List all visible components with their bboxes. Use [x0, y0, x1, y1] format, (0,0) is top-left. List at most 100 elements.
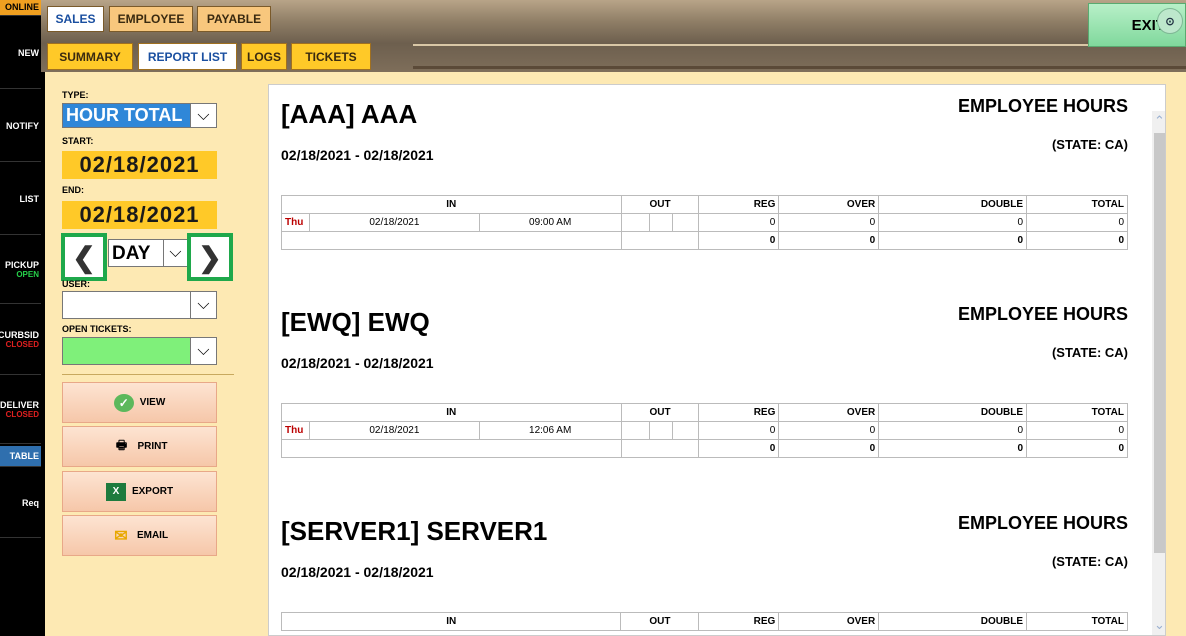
end-date-field[interactable]: 02/18/2021	[62, 201, 217, 229]
chevron-down-icon[interactable]: ⌵	[163, 240, 187, 266]
total-cell: 0	[1026, 213, 1128, 232]
over-total: 0	[778, 231, 880, 250]
report-page: [AAA] AAA EMPLOYEE HOURS 02/18/2021 - 02…	[268, 84, 1166, 636]
scrollbar-thumb[interactable]	[1154, 133, 1165, 553]
sidebar-item-new[interactable]: NEW	[0, 17, 41, 89]
curbside-status: CLOSED	[5, 340, 39, 349]
report-controls: TYPE: HOUR TOTAL ⌵ START: 02/18/2021 END…	[45, 72, 253, 636]
grand-total: 0	[1026, 231, 1128, 250]
column-header-total: TOTAL	[1026, 403, 1128, 422]
report-viewer: [AAA] AAA EMPLOYEE HOURS 02/18/2021 - 02…	[253, 72, 1186, 636]
chevron-left-icon: ❮	[72, 241, 96, 273]
sidebar-item-pickup[interactable]: PICKUP OPEN	[0, 236, 41, 304]
reg-total: 0	[698, 439, 780, 458]
user-label: USER:	[62, 279, 91, 289]
envelope-icon: ✉	[114, 527, 128, 545]
user-select[interactable]: ⌵	[62, 291, 217, 319]
online-label: ONLINE	[4, 2, 39, 12]
hours-table: IN OUT REG OVER DOUBLE TOTAL	[280, 612, 1128, 631]
sidebar-item-req[interactable]: Req	[0, 468, 41, 538]
type-select[interactable]: HOUR TOTAL ⌵	[62, 103, 217, 128]
print-button[interactable]: 🖶 PRINT	[62, 426, 217, 467]
pickup-status: OPEN	[16, 270, 39, 279]
date-cell: 02/18/2021	[308, 213, 480, 232]
period-value: DAY	[112, 243, 151, 264]
date-range: 02/18/2021 - 02/18/2021	[281, 355, 434, 371]
chevron-down-icon[interactable]: ⌵	[190, 338, 216, 364]
column-header-total: TOTAL	[1026, 195, 1128, 214]
sidebar-item-notify[interactable]: NOTIFY	[0, 90, 41, 162]
table-header: IN OUT REG OVER DOUBLE TOTAL	[281, 403, 1128, 422]
excel-icon: X	[105, 482, 126, 501]
view-label: VIEW	[139, 397, 166, 408]
sidebar-item-curbside[interactable]: CURBSID CLOSED	[0, 305, 41, 375]
previous-period-button[interactable]: ❮	[61, 233, 107, 281]
email-button[interactable]: ✉ EMAIL	[62, 515, 217, 556]
exit-button[interactable]: EXIT ⊙	[1088, 3, 1186, 47]
column-header-double: DOUBLE	[878, 195, 1028, 214]
open-tickets-label: OPEN TICKETS:	[62, 324, 132, 334]
chevron-down-icon[interactable]: ⌵	[190, 292, 216, 318]
hours-table: IN OUT REG OVER DOUBLE TOTAL Thu 02/18/2…	[281, 403, 1128, 458]
totals-spacer	[620, 439, 700, 458]
tab-payable[interactable]: PAYABLE	[197, 6, 271, 32]
column-header-in: IN	[281, 403, 622, 422]
sidebar-item-delivery[interactable]: DELIVER CLOSED	[0, 376, 41, 444]
sidebar-item-table[interactable]: TABLE	[0, 446, 41, 467]
type-value: HOUR TOTAL	[63, 104, 190, 127]
tab-summary[interactable]: SUMMARY	[47, 43, 133, 70]
column-header-reg: REG	[698, 403, 780, 422]
export-button[interactable]: X EXPORT	[62, 471, 217, 512]
chevron-down-icon[interactable]: ⌵	[190, 104, 216, 127]
next-period-button[interactable]: ❯	[187, 233, 233, 281]
sidebar-item-label: CURBSID	[0, 330, 39, 340]
start-date-field[interactable]: 02/18/2021	[62, 151, 217, 179]
column-header-over: OVER	[778, 612, 880, 631]
chevron-up-icon[interactable]: ⌃	[1153, 113, 1165, 129]
column-header-reg: REG	[698, 195, 780, 214]
out-cell	[620, 213, 650, 232]
column-header-reg: REG	[698, 612, 780, 631]
tab-report-list[interactable]: REPORT LIST	[138, 43, 237, 70]
state-label: (STATE: CA)	[1051, 137, 1128, 152]
view-button[interactable]: ✓ VIEW	[62, 382, 217, 423]
totals-spacer	[281, 231, 622, 250]
day-cell: Thu	[281, 213, 310, 232]
chevron-down-icon[interactable]: ⌄	[1153, 617, 1165, 633]
tab-logs[interactable]: LOGS	[241, 43, 287, 70]
table-row: Thu 02/18/2021 09:00 AM 0 0 0 0	[281, 213, 1128, 232]
report-title: EMPLOYEE HOURS	[957, 513, 1128, 533]
sidebar-item-label: Req	[21, 497, 39, 508]
printer-icon: 🖶	[115, 438, 128, 452]
report-scrollbar[interactable]: ⌃ ⌄	[1152, 111, 1165, 635]
screenshot-capture-icon[interactable]: ⊙	[1157, 8, 1183, 34]
sidebar-item-list[interactable]: LIST	[0, 163, 41, 235]
double-cell: 0	[878, 421, 1028, 440]
tab-sales[interactable]: SALES	[47, 6, 104, 32]
total-cell: 0	[1026, 421, 1128, 440]
column-header-out: OUT	[620, 612, 700, 631]
time-cell: 12:06 AM	[478, 421, 622, 440]
employee-name: [EWQ] EWQ	[281, 307, 430, 337]
print-label: PRINT	[137, 441, 168, 452]
date-cell: 02/18/2021	[308, 421, 480, 440]
end-label: END:	[62, 185, 84, 195]
column-header-out: OUT	[620, 195, 700, 214]
column-header-double: DOUBLE	[878, 403, 1028, 422]
sidebar-item-label: DELIVER	[0, 400, 39, 410]
top-tab-strip: SALES EMPLOYEE PAYABLE SUMMARY REPORT LI…	[41, 0, 1186, 72]
tab-employee[interactable]: EMPLOYEE	[109, 6, 193, 32]
tab-tickets[interactable]: TICKETS	[291, 43, 371, 70]
left-sidebar: ONLINE NEW NOTIFY LIST PICKUP OPEN CURBS…	[0, 0, 41, 636]
chevron-right-icon: ❯	[198, 241, 222, 273]
over-cell: 0	[778, 421, 880, 440]
open-tickets-select[interactable]: ⌵	[62, 337, 217, 365]
check-icon: ✓	[113, 393, 134, 412]
sidebar-item-label: NOTIFY	[6, 120, 39, 131]
table-header: IN OUT REG OVER DOUBLE TOTAL	[281, 195, 1128, 214]
sidebar-item-label: LIST	[19, 193, 40, 204]
state-label: (STATE: CA)	[1051, 554, 1128, 569]
state-label: (STATE: CA)	[1051, 345, 1128, 360]
out-cell	[620, 421, 650, 440]
period-select[interactable]: DAY ⌵	[108, 239, 188, 267]
